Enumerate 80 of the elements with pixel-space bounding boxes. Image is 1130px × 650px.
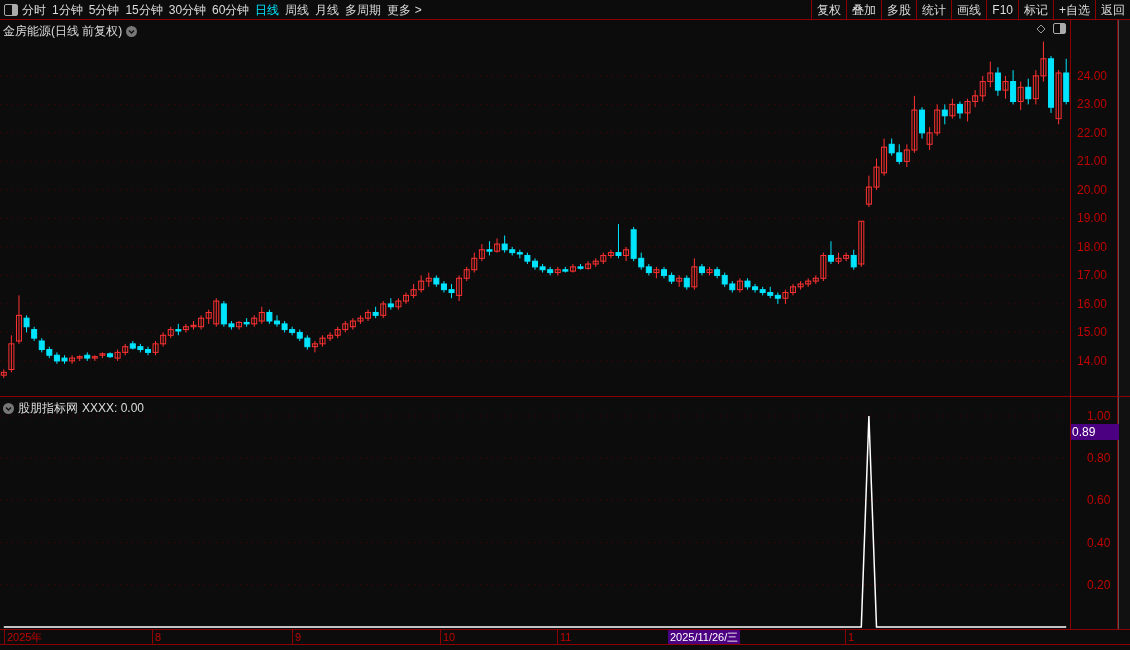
period-tab[interactable]: 更多 > [387,0,422,19]
axis-label: 20.00 [1077,182,1108,197]
candlestick [1055,69,1062,125]
series-name: XXXX [82,400,114,417]
date-label: 11 [557,630,574,644]
date-label: 10 [440,630,458,644]
toolbar-button[interactable]: 复权 [811,0,847,19]
axis-label: 1.00 [1087,409,1111,423]
axis-label: 16.00 [1077,296,1108,311]
date-label: 8 [152,630,164,644]
axis-label: 0.40 [1087,535,1111,550]
toolbar-button[interactable]: 多股 [881,0,917,19]
date-label: 9 [292,630,304,644]
candlestick [623,246,630,262]
candlestick [1002,75,1009,100]
axis-label: 17.00 [1077,268,1108,283]
candlestick [736,277,743,294]
dropdown-icon[interactable] [3,402,14,414]
candlestick [850,249,857,271]
candlestick [949,98,956,120]
value-badge: 0.89 [1071,424,1119,440]
period-tab[interactable]: 多周期 [345,0,382,19]
date-label: 1 [845,630,857,644]
period-tab[interactable]: 15分钟 [125,0,163,19]
candlestick [615,223,622,259]
date-label: 2025/11/26/三 [668,630,741,644]
panel-toggle-icon[interactable] [4,3,18,16]
candlestick [941,103,948,125]
diamond-icon[interactable] [1036,24,1046,34]
period-tab[interactable]: 5分钟 [88,0,120,19]
candlestick [858,220,865,268]
period-tab[interactable]: 60分钟 [212,0,250,19]
axis-label: 21.00 [1077,154,1108,169]
panel-toggle-icon[interactable] [1053,23,1066,34]
candlestick [1017,81,1024,111]
toolbar-button[interactable]: 叠加 [846,0,882,19]
candlestick [478,243,485,262]
axis-label: 24.00 [1077,68,1108,83]
toolbar-button[interactable]: +自选 [1053,0,1095,19]
candlestick [691,257,698,291]
toolbar-button[interactable]: 标记 [1018,0,1053,19]
indicator-name: 股朋指标网 [18,400,78,417]
axis-label: 19.00 [1077,211,1108,226]
candlestick [236,320,243,331]
candlestick [585,260,592,271]
candlestick [456,274,463,302]
candlestick [569,263,576,274]
chart-title: 金房能源(日线 前复权) [3,23,123,40]
candlestick [69,354,76,365]
candlestick [15,294,22,345]
toolbar-button[interactable]: 统计 [916,0,952,19]
period-tab[interactable]: 月线 [315,0,340,19]
indicator-reading: : 0.00 [114,400,145,417]
axis-label: 18.00 [1077,239,1108,254]
axis-label: 0.60 [1087,493,1111,508]
axis-label: 23.00 [1077,97,1108,112]
candlestick [8,334,15,373]
candlestick [827,240,834,265]
period-tab[interactable]: 30分钟 [168,0,207,19]
date-label: 2025年 [4,630,45,644]
candlestick [1010,69,1017,105]
candlestick [919,106,926,140]
period-tab[interactable]: 周线 [285,0,310,19]
candlestick [1025,78,1032,105]
candlestick [494,237,501,254]
candlestick [91,354,98,362]
toolbar-button[interactable]: 画线 [951,0,987,19]
toolbar-button[interactable]: 返回 [1095,0,1130,19]
period-tab[interactable]: 分时 [22,0,46,19]
axis-label: 0.20 [1087,577,1111,592]
axis-label: 15.00 [1077,325,1108,340]
axis-label: 0.80 [1087,451,1111,466]
dropdown-icon[interactable] [126,25,138,37]
axis-label: 22.00 [1077,125,1108,140]
candlestick [607,249,614,259]
period-tab[interactable]: 1分钟 [52,0,83,19]
axis-label: 14.00 [1077,353,1108,368]
toolbar-button[interactable]: F10 [986,0,1018,19]
period-tab[interactable]: 日线 [255,0,280,19]
candlestick [994,66,1001,97]
